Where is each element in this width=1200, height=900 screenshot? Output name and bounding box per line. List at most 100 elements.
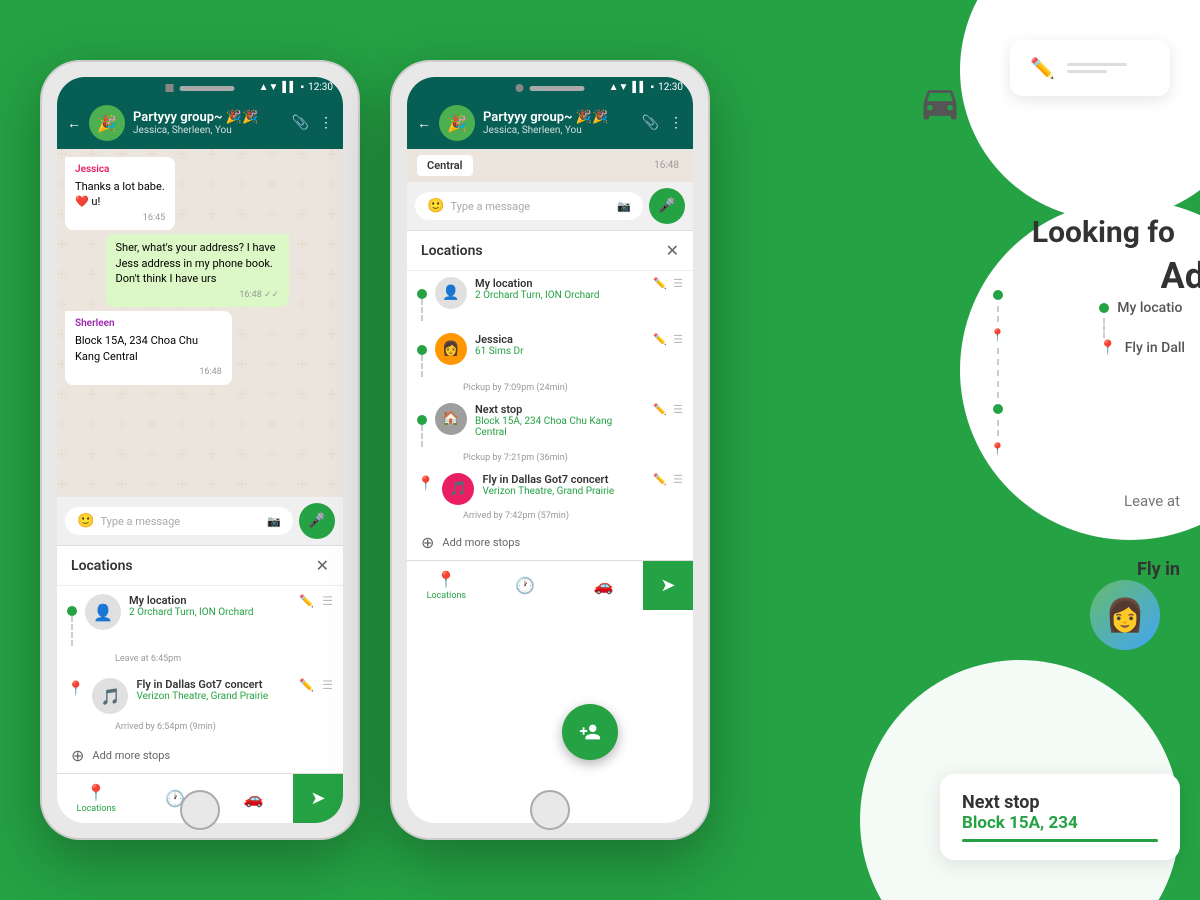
wifi-icon: ▲▼ xyxy=(259,82,279,93)
send-icon-2: ➤ xyxy=(660,575,675,596)
p2-edit-4[interactable]: ✏️ xyxy=(653,473,667,486)
status-time-2: 12:30 xyxy=(658,82,683,93)
edit-icon-2[interactable]: ✏️ xyxy=(299,678,314,692)
signal-dots-2: ▲▼ ▌▌ ▪ xyxy=(609,82,655,93)
msg-input-field-1[interactable]: 🙂 Type a message 📷 xyxy=(65,507,293,535)
locations-title-2: Locations xyxy=(421,243,483,259)
p2-handle-4: ☰ xyxy=(673,473,683,486)
p2-name-2: Jessica xyxy=(475,333,645,346)
p2-circle-2 xyxy=(417,345,427,355)
message-2: Sher, what's your address? I have Jess a… xyxy=(106,234,336,307)
right-loc-text-2: Fly in Dall xyxy=(1125,340,1185,356)
add-stops-icon-2: ⊕ xyxy=(421,533,434,552)
attach-icon-1[interactable]: 📎 xyxy=(292,115,309,131)
p2-actions-4: ✏️ ☰ xyxy=(653,473,683,486)
phone-speaker-2 xyxy=(530,86,585,91)
msg-input-field-2[interactable]: 🙂 Type a message 📷 xyxy=(415,192,643,220)
add-contact-icon xyxy=(579,721,601,743)
chat-name-2: Partyyy group~ 🎉🎉 xyxy=(483,110,634,125)
add-contact-fab[interactable] xyxy=(562,704,618,760)
send-button-1[interactable]: ➤ xyxy=(293,774,343,823)
tab-locations-2[interactable]: 📍 Locations xyxy=(407,566,486,605)
msg-time-2: 16:48 ✓✓ xyxy=(116,289,280,302)
camera-icon-1[interactable]: 📷 xyxy=(267,515,281,528)
location-item-2: 📍 🎵 Fly in Dallas Got7 concert Verizon T… xyxy=(57,670,343,722)
phone-home-button-1[interactable] xyxy=(180,790,220,830)
input-placeholder-2: Type a message xyxy=(444,200,617,213)
add-stops-1[interactable]: ⊕ Add more stops xyxy=(57,738,343,773)
tab-locations-1[interactable]: 📍 Locations xyxy=(57,779,136,818)
rs-dot-1 xyxy=(993,290,1003,300)
send-button-2[interactable]: ➤ xyxy=(643,561,693,610)
tab-loc-icon-2: 📍 xyxy=(436,570,456,589)
back-button-1[interactable]: ← xyxy=(67,115,81,132)
p2-name-3: Next stop xyxy=(475,403,645,416)
phone-camera-dot-2 xyxy=(516,84,524,92)
msg-time-1: 16:45 xyxy=(75,212,165,225)
signal-icon: ▌▌ xyxy=(282,82,296,93)
add-stops-icon-1: ⊕ xyxy=(71,746,84,765)
edit-icon-1[interactable]: ✏️ xyxy=(299,594,314,608)
tab-time-2[interactable]: 🕐 xyxy=(486,572,565,599)
p2-info-4: Fly in Dallas Got7 concert Verizon Theat… xyxy=(482,473,645,497)
loc-address-2: Verizon Theatre, Grand Prairie xyxy=(136,691,291,702)
pencil-line-long xyxy=(1067,63,1127,66)
mic-button-1[interactable]: 🎤 xyxy=(299,503,335,539)
right-loc-2: 📍 Fly in Dall xyxy=(1099,340,1185,356)
tab-car-2[interactable]: 🚗 xyxy=(564,572,643,599)
p2-loc-dot-3 xyxy=(417,403,427,447)
next-stop-address: Block 15A, 234 xyxy=(962,813,1158,833)
smiley-icon-2[interactable]: 🙂 xyxy=(427,198,444,214)
p2-edit-3[interactable]: ✏️ xyxy=(653,403,667,416)
ad-text: Ad xyxy=(1161,255,1200,297)
p2-edit-2[interactable]: ✏️ xyxy=(653,333,667,346)
p2-loc-item-2: 👩 Jessica 61 Sims Dr ✏️ ☰ xyxy=(407,327,693,383)
tab-loc-icon-1: 📍 xyxy=(86,783,106,802)
p2-info-1: My location 2 Orchard Turn, ION Orchard xyxy=(475,277,645,301)
more-icon-1[interactable]: ⋮ xyxy=(319,115,333,131)
msg-time-3: 16:48 xyxy=(75,366,222,379)
signal-icon-2: ▌▌ xyxy=(632,82,646,93)
tag-time: 16:48 xyxy=(650,158,683,173)
battery-icon-2: ▪ xyxy=(651,82,655,93)
p2-addr-4: Verizon Theatre, Grand Prairie xyxy=(482,486,645,497)
rs-dot-2 xyxy=(993,404,1003,414)
phone-top-hardware-2 xyxy=(516,84,585,92)
p2-arrived: Arrived by 7:42pm (57min) xyxy=(407,511,693,525)
phone-top-hardware xyxy=(166,84,235,92)
tab-car-1[interactable]: 🚗 xyxy=(214,785,293,812)
smiley-icon-1[interactable]: 🙂 xyxy=(77,513,94,529)
locations-close-2[interactable]: ✕ xyxy=(666,241,679,260)
locations-title-1: Locations xyxy=(71,558,133,574)
more-icon-2[interactable]: ⋮ xyxy=(669,115,683,131)
right-side-connector: 📍 📍 xyxy=(990,290,1005,456)
next-stop-card: Next stop Block 15A, 234 xyxy=(940,774,1180,860)
p2-handle-1: ☰ xyxy=(673,277,683,290)
p2-name-1: My location xyxy=(475,277,645,290)
loc-pin-2: 📍 xyxy=(67,682,84,696)
loc-dot-col-1 xyxy=(67,594,77,646)
camera-icon-2[interactable]: 📷 xyxy=(617,200,631,213)
p2-addr-3: Block 15A, 234 Choa Chu Kang Central xyxy=(475,416,645,438)
locations-close-1[interactable]: ✕ xyxy=(316,556,329,575)
loc-name-1: My location xyxy=(129,594,291,607)
battery-icon: ▪ xyxy=(301,82,305,93)
p2-edit-1[interactable]: ✏️ xyxy=(653,277,667,290)
location-item-1: 👤 My location 2 Orchard Turn, ION Orchar… xyxy=(57,586,343,654)
chat-header-icons-2: 📎 ⋮ xyxy=(642,115,683,131)
attach-icon-2[interactable]: 📎 xyxy=(642,115,659,131)
car-svg xyxy=(910,81,970,125)
msg-sender-1: Jessica xyxy=(75,163,165,177)
mic-button-2[interactable]: 🎤 xyxy=(649,188,685,224)
back-button-2[interactable]: ← xyxy=(417,115,431,132)
msg-bubble-2: Sher, what's your address? I have Jess a… xyxy=(106,234,290,307)
chat-header-2: ← 🎉 Partyyy group~ 🎉🎉 Jessica, Sherleen,… xyxy=(407,97,693,149)
p2-loc-item-3: 🏠 Next stop Block 15A, 234 Choa Chu Kang… xyxy=(407,397,693,453)
right-loc-1: My locatio xyxy=(1099,300,1182,316)
p2-connector-1 xyxy=(421,299,423,321)
phone-2: ▲▼ ▌▌ ▪ 12:30 ← 🎉 Partyyy group~ 🎉🎉 Jess… xyxy=(390,60,710,840)
phone-camera-dot xyxy=(166,84,174,92)
phone-home-button-2[interactable] xyxy=(530,790,570,830)
add-stops-2[interactable]: ⊕ Add more stops xyxy=(407,525,693,560)
handle-icon-1: ☰ xyxy=(322,594,333,608)
